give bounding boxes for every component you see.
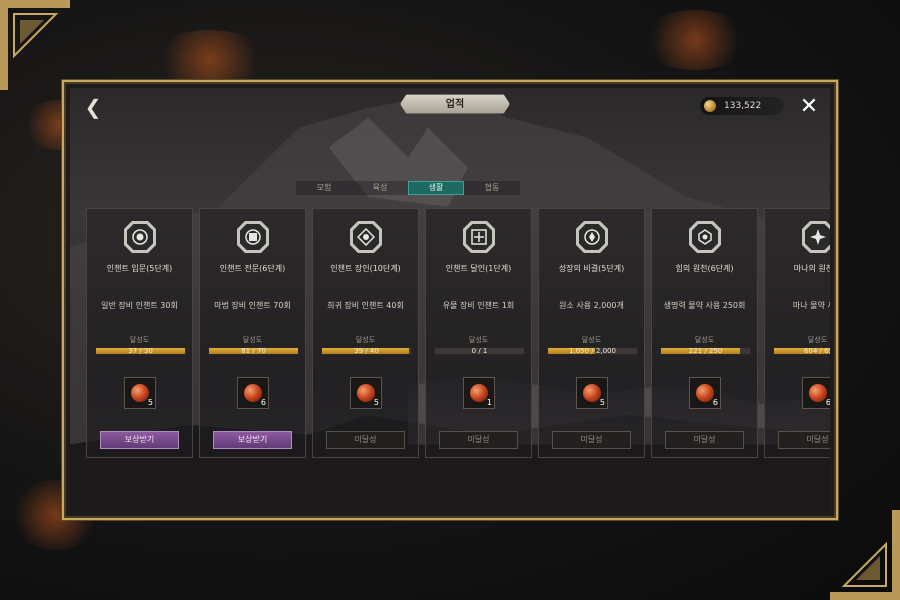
progress-text: 37 / 30	[128, 347, 153, 355]
achievement-title: 인챈트 전문(6단계)	[219, 264, 286, 273]
back-button[interactable]: ❮	[82, 96, 104, 118]
close-button[interactable]: ✕	[798, 96, 820, 118]
tab-cooperation[interactable]: 협동	[464, 181, 520, 195]
reward-gem-icon	[244, 384, 262, 402]
progress-text: 0 / 1	[471, 347, 488, 355]
achievement-emblem-icon	[689, 221, 721, 253]
ornament-corner-icon	[830, 510, 900, 600]
reward-item-slot[interactable]: 6	[802, 377, 830, 409]
reward-gem-icon	[696, 384, 714, 402]
achievement-window: ❮ 업적 133,522 ✕ 모험 육성 생활 협동 인챈트 입문(5단계) 일…	[62, 80, 838, 520]
reward-item-slot[interactable]: 1	[463, 377, 495, 409]
achievement-card: 인챈트 전문(6단계) 마법 장비 인챈트 70회 달성도 81 / 70 6 …	[199, 208, 306, 458]
progress-label: 달성도	[242, 336, 263, 344]
achievement-description: 일반 장비 인챈트 30회	[101, 301, 178, 310]
progress-label: 달성도	[694, 336, 715, 344]
reward-quantity: 5	[599, 398, 605, 407]
progress-bar: 37 / 30	[95, 347, 186, 355]
achievement-list: 인챈트 입문(5단계) 일반 장비 인챈트 30회 달성도 37 / 30 5 …	[86, 208, 830, 458]
progress-text: 81 / 70	[241, 347, 266, 355]
progress-text: 1,050 / 2,000	[569, 347, 616, 355]
reward-gem-icon	[583, 384, 601, 402]
claim-reward-button[interactable]: 보상받기	[100, 431, 179, 449]
progress-bar: 221 / 250	[660, 347, 751, 355]
tab-growth[interactable]: 육성	[352, 181, 408, 195]
achievement-card: 힘의 원천(6단계) 생명력 물약 사용 250회 달성도 221 / 250 …	[651, 208, 758, 458]
reward-item-slot[interactable]: 6	[237, 377, 269, 409]
achievement-card: 인챈트 장인(10단계) 희귀 장비 인챈트 40회 달성도 39 / 40 5…	[312, 208, 419, 458]
achievement-card: 성장의 비결(5단계) 원소 사용 2,000개 달성도 1,050 / 2,0…	[538, 208, 645, 458]
progress-text: 604 / 65	[803, 347, 830, 355]
achievement-emblem-icon	[237, 221, 269, 253]
achievement-description: 마나 물약 사용	[792, 301, 830, 310]
currency-amount: 133,522	[724, 101, 762, 111]
achievement-description: 희귀 장비 인챈트 40회	[327, 301, 404, 310]
progress-bar: 81 / 70	[208, 347, 299, 355]
achievement-title: 인챈트 입문(5단계)	[106, 264, 173, 273]
ornament-corner-icon	[0, 0, 70, 90]
reward-quantity: 6	[826, 398, 830, 407]
progress-label: 달성도	[129, 336, 150, 344]
reward-gem-icon	[357, 384, 375, 402]
progress-label: 달성도	[468, 336, 489, 344]
achievement-card: 마나의 원천(1 마나 물약 사용 달성도 604 / 65 6 미달성	[764, 208, 830, 458]
progress-bar: 39 / 40	[321, 347, 412, 355]
reward-gem-icon	[470, 384, 488, 402]
reward-quantity: 5	[373, 398, 379, 407]
reward-item-slot[interactable]: 5	[576, 377, 608, 409]
progress-text: 39 / 40	[354, 347, 379, 355]
incomplete-status: 미달성	[778, 431, 830, 449]
reward-item-slot[interactable]: 6	[689, 377, 721, 409]
achievement-panel: ❮ 업적 133,522 ✕ 모험 육성 생활 협동 인챈트 입문(5단계) 일…	[70, 88, 830, 512]
coin-icon	[704, 100, 716, 112]
claim-reward-button[interactable]: 보상받기	[213, 431, 292, 449]
progress-label: 달성도	[807, 336, 828, 344]
achievement-title: 인챈트 달인(1단계)	[445, 264, 512, 273]
reward-quantity: 6	[712, 398, 718, 407]
incomplete-status: 미달성	[665, 431, 744, 449]
achievement-emblem-icon	[350, 221, 382, 253]
reward-quantity: 6	[260, 398, 266, 407]
tab-life[interactable]: 생활	[408, 181, 464, 195]
reward-quantity: 1	[486, 398, 492, 407]
achievement-title: 마나의 원천(1	[793, 264, 830, 273]
achievement-emblem-icon	[802, 221, 830, 253]
achievement-description: 원소 사용 2,000개	[559, 301, 624, 310]
reward-gem-icon	[809, 384, 827, 402]
progress-text: 221 / 250	[688, 347, 723, 355]
achievement-title: 힘의 원천(6단계)	[675, 264, 734, 273]
progress-bar: 1,050 / 2,000	[547, 347, 638, 355]
achievement-card: 인챈트 입문(5단계) 일반 장비 인챈트 30회 달성도 37 / 30 5 …	[86, 208, 193, 458]
progress-bar: 0 / 1	[434, 347, 525, 355]
progress-label: 달성도	[581, 336, 602, 344]
progress-bar: 604 / 65	[773, 347, 830, 355]
reward-item-slot[interactable]: 5	[350, 377, 382, 409]
achievement-description: 마법 장비 인챈트 70회	[214, 301, 291, 310]
achievement-title: 인챈트 장인(10단계)	[330, 264, 401, 273]
achievement-emblem-icon	[463, 221, 495, 253]
page-title: 업적	[400, 94, 510, 114]
achievement-card: 인챈트 달인(1단계) 유물 장비 인챈트 1회 달성도 0 / 1 1 미달성	[425, 208, 532, 458]
achievement-emblem-icon	[124, 221, 156, 253]
tab-adventure[interactable]: 모험	[296, 181, 352, 195]
incomplete-status: 미달성	[439, 431, 518, 449]
background-ember	[640, 10, 750, 70]
progress-label: 달성도	[355, 336, 376, 344]
incomplete-status: 미달성	[326, 431, 405, 449]
achievement-description: 생명력 물약 사용 250회	[663, 301, 746, 310]
achievement-description: 유물 장비 인챈트 1회	[442, 301, 515, 310]
currency-display: 133,522	[700, 97, 784, 115]
category-tabs: 모험 육성 생활 협동	[296, 181, 520, 195]
reward-gem-icon	[131, 384, 149, 402]
incomplete-status: 미달성	[552, 431, 631, 449]
reward-quantity: 5	[147, 398, 153, 407]
achievement-title: 성장의 비결(5단계)	[558, 264, 625, 273]
reward-item-slot[interactable]: 5	[124, 377, 156, 409]
achievement-emblem-icon	[576, 221, 608, 253]
